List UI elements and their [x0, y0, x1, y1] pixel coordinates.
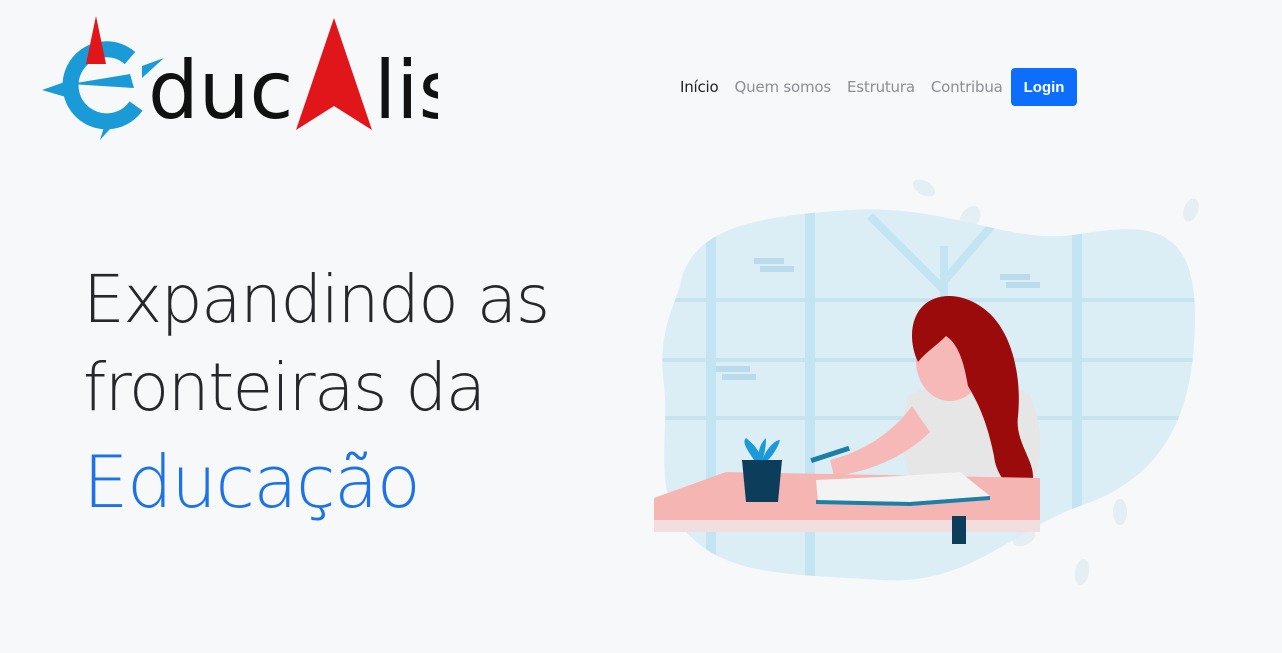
hero-line-2: fronteiras da [83, 349, 486, 426]
hero-heading: Expandindo as fronteiras da Educação [83, 256, 550, 532]
plant-pot-icon [742, 438, 782, 502]
main-nav: Início Quem somos Estrutura Contribua Lo… [680, 68, 1078, 106]
compass-needle-a-icon [296, 18, 372, 130]
nav-link-estrutura[interactable]: Estrutura [847, 78, 915, 96]
hero-accent: Educação [83, 440, 421, 524]
logo-text-duc: duc [148, 44, 293, 137]
logo-text-lis: lis [374, 44, 438, 137]
nav-link-inicio[interactable]: Início [680, 78, 719, 96]
compass-e-icon [42, 16, 164, 140]
hero-illustration [650, 176, 1210, 596]
hero-line-1: Expandindo as [83, 261, 550, 338]
nav-link-quem-somos[interactable]: Quem somos [735, 78, 832, 96]
brand-logo[interactable]: duc lis [38, 14, 438, 144]
nav-link-contribua[interactable]: Contribua [931, 78, 1003, 96]
login-button[interactable]: Login [1010, 68, 1078, 106]
